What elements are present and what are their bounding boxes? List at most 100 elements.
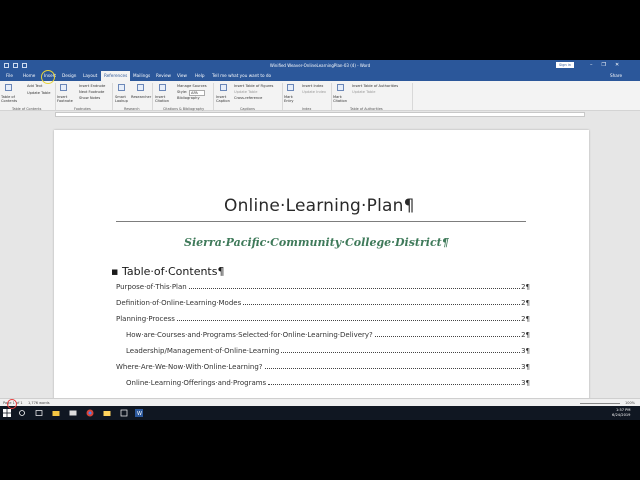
toc-entry-text: Where·Are·We·Now·With·Online·Learning? [116, 363, 263, 371]
style-label: Style: [177, 90, 188, 94]
document-canvas: Online·Learning·Plan¶ Sierra·Pacific·Com… [5, 118, 640, 398]
zoom-level[interactable]: 100% [625, 401, 635, 405]
status-bar: Page 1 of 1 1,776 words 100% [0, 398, 640, 406]
search-icon[interactable] [18, 409, 26, 417]
tab-review[interactable]: Review [156, 73, 171, 78]
tab-references[interactable]: References [101, 71, 131, 81]
tab-design[interactable]: Design [62, 73, 76, 78]
ribbon-divider [55, 83, 56, 110]
insert-table-of-figures-button[interactable]: Insert Table of Figures [234, 84, 273, 88]
ribbon-divider [282, 83, 283, 110]
ribbon-divider [112, 83, 113, 110]
windows-start-icon[interactable] [3, 409, 11, 417]
mail-icon[interactable] [69, 409, 77, 417]
toc-entry-page: 3¶ [521, 363, 530, 371]
toc-entry-page: 2¶ [521, 283, 530, 291]
table-of-contents-button[interactable]: Table of Contents [1, 95, 23, 103]
toc-entry-page: 2¶ [521, 331, 530, 339]
citation-icon [159, 84, 166, 91]
toc-entry[interactable]: Planning·Process 2¶ [116, 313, 530, 323]
add-text-button[interactable]: Add Text [27, 84, 42, 88]
tell-me-search[interactable]: Tell me what you want to do [212, 73, 271, 78]
insert-footnote-button[interactable]: Insert Footnote [57, 95, 75, 103]
manage-sources-button[interactable]: Manage Sources [177, 84, 207, 88]
next-footnote-button[interactable]: Next Footnote [79, 90, 104, 94]
smart-lookup-icon [118, 84, 125, 91]
share-button[interactable]: Share [610, 73, 622, 78]
taskbar: W 1:57 PM 6/24/2019 [0, 406, 640, 420]
mark-citation-icon [337, 84, 344, 91]
toc-heading-text: Table·of·Contents¶ [121, 265, 225, 278]
update-table-authorities-button[interactable]: Update Table [352, 90, 375, 94]
mark-entry-icon [287, 84, 294, 91]
toc-entry-page: 2¶ [521, 299, 530, 307]
sign-in-button[interactable]: Sign in [556, 62, 574, 68]
researcher-button[interactable]: Researcher [131, 95, 151, 99]
table-of-contents-icon [5, 84, 12, 91]
toc-entry[interactable]: Definition·of·Online·Learning·Modes 2¶ [116, 297, 530, 307]
toc-entry-text: How·are·Courses·and·Programs·Selected·fo… [126, 331, 373, 339]
click-highlight [41, 70, 55, 84]
bibliography-button[interactable]: Bibliography [177, 96, 200, 100]
svg-text:W: W [137, 411, 142, 417]
folder-icon[interactable] [103, 409, 111, 417]
toc-entry-text: Leadership/Management·of·Online·Learning [126, 347, 280, 355]
toc-entry-page: 3¶ [521, 379, 530, 387]
tab-mailings[interactable]: Mailings [133, 73, 150, 78]
insert-citation-button[interactable]: Insert Citation [155, 95, 173, 103]
toc-entry[interactable]: Purpose·of·This·Plan 2¶ [116, 281, 530, 291]
insert-index-button[interactable]: Insert Index [302, 84, 323, 88]
title-bar: Winified Weaver-OnlineLearningPlan-03 (4… [0, 60, 640, 71]
tab-view[interactable]: View [177, 73, 187, 78]
toc-entry[interactable]: Where·Are·We·Now·With·Online·Learning? 3¶ [116, 361, 530, 371]
system-clock[interactable]: 1:57 PM 6/24/2019 [612, 408, 630, 418]
caption-icon [220, 84, 227, 91]
toc-entry[interactable]: Online·Learning·Offerings·and·Programs 3¶ [126, 377, 530, 387]
close-icon[interactable]: ✕ [615, 62, 619, 68]
task-view-icon[interactable] [35, 409, 43, 417]
toc-heading[interactable]: ▪ Table·of·Contents¶ [111, 265, 224, 278]
document-page[interactable]: Online·Learning·Plan¶ Sierra·Pacific·Com… [54, 130, 589, 398]
page-subtitle[interactable]: Sierra·Pacific·Community·College·Distric… [184, 236, 449, 249]
tab-home[interactable]: Home [23, 73, 35, 78]
toc-entry[interactable]: Leadership/Management·of·Online·Learning… [126, 345, 530, 355]
show-notes-button[interactable]: Show Notes [79, 96, 100, 100]
horizontal-ruler[interactable] [0, 111, 640, 118]
chrome-icon[interactable] [86, 409, 94, 417]
toc-entry[interactable]: How·are·Courses·and·Programs·Selected·fo… [126, 329, 530, 339]
tab-help[interactable]: Help [195, 73, 205, 78]
insert-table-of-authorities-button[interactable]: Insert Table of Authorities [352, 84, 398, 88]
zoom-slider[interactable] [580, 402, 620, 404]
ribbon-divider [152, 83, 153, 110]
word-icon[interactable]: W [135, 409, 143, 417]
insert-caption-button[interactable]: Insert Caption [216, 95, 232, 103]
minimize-icon[interactable]: – [590, 62, 593, 68]
ribbon: Table of Contents Add Text Update Table … [0, 81, 640, 111]
ribbon-divider [331, 83, 332, 110]
toc-entry-text: Definition·of·Online·Learning·Modes [116, 299, 242, 307]
window-title: Winified Weaver-OnlineLearningPlan-03 (4… [269, 63, 371, 68]
update-table-captions-button[interactable]: Update Table [234, 90, 257, 94]
tab-file[interactable]: File [6, 73, 13, 78]
style-dropdown[interactable]: APA [189, 89, 205, 96]
ribbon-divider [412, 83, 413, 110]
toc-entry-page: 3¶ [521, 347, 530, 355]
app-icon[interactable] [120, 409, 128, 417]
smart-lookup-button[interactable]: Smart Lookup [115, 95, 131, 103]
file-explorer-icon[interactable] [52, 409, 60, 417]
restore-icon[interactable]: ❐ [602, 62, 606, 68]
mark-citation-button[interactable]: Mark Citation [333, 95, 349, 103]
insert-endnote-button[interactable]: Insert Endnote [79, 84, 105, 88]
update-table-button[interactable]: Update Table [27, 91, 50, 95]
mark-entry-button[interactable]: Mark Entry [284, 95, 298, 103]
toc-entry-text: Online·Learning·Offerings·and·Programs [126, 379, 267, 387]
cross-reference-button[interactable]: Cross-reference [234, 96, 262, 100]
tab-layout[interactable]: Layout [83, 73, 97, 78]
update-index-button[interactable]: Update Index [302, 90, 326, 94]
page-title[interactable]: Online·Learning·Plan¶ [224, 196, 415, 216]
word-count[interactable]: 1,776 words [28, 401, 50, 405]
title-underline [116, 221, 526, 222]
clock-date: 6/24/2019 [612, 413, 631, 417]
footnote-icon [60, 84, 67, 91]
toc-entry-page: 2¶ [521, 315, 530, 323]
